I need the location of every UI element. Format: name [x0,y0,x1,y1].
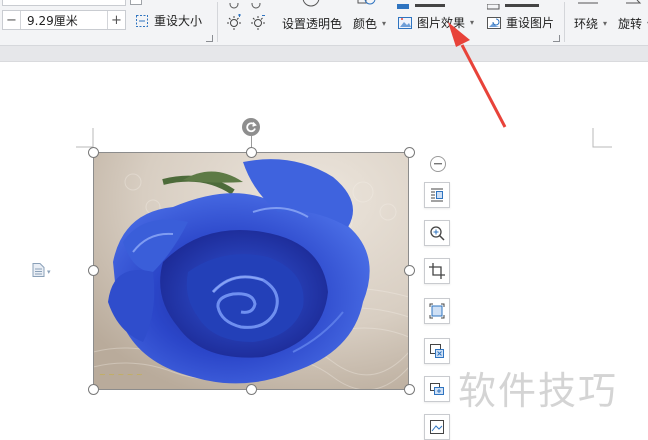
width-value[interactable]: 9.29厘米 [21,12,107,29]
zoom-picture-button[interactable] [424,220,450,246]
chevron-down-icon: ▾ [47,267,51,276]
reset-size-icon [134,13,150,29]
reset-size-label: 重设大小 [154,14,203,28]
color-label: 颜色 [353,17,378,31]
color-icon [356,0,378,8]
transparent-color-icon [302,0,320,8]
zoom-in-icon [430,226,445,241]
resize-handle-bottom-right[interactable] [404,384,415,395]
svg-text:~ ~ ~ ~ ~: ~ ~ ~ ~ ~ [99,370,143,379]
layout-options-icon [431,188,443,202]
minus-icon [434,163,442,165]
wrap-icon [578,0,598,7]
resize-handle-bottom[interactable] [246,384,257,395]
image-translate-icon [430,344,444,358]
resize-handle-left[interactable] [88,265,99,276]
resize-handle-bottom-left[interactable] [88,384,99,395]
crop-button[interactable] [424,258,450,284]
rotate-arrow-icon [246,121,257,133]
image-scan-icon [429,303,445,319]
set-transparent-button[interactable]: 设置透明色 [282,15,342,32]
blue-rose-image: ~ ~ ~ ~ ~ [93,152,409,390]
set-transparent-label: 设置透明色 [282,17,343,31]
color-dropdown[interactable]: 颜色 ▾ [353,15,386,32]
width-field[interactable]: − 9.29厘米 + [2,10,126,30]
rotate-label: 旋转 [618,17,643,31]
selected-picture[interactable]: ~ ~ ~ ~ ~ [93,152,409,390]
picture-effect-icon [397,15,413,31]
wrap-label: 环绕 [574,17,599,31]
image-edit-icon [430,420,444,434]
reset-size-button[interactable]: 重设大小 [134,12,202,29]
group-separator [564,2,565,42]
picture-effect-label: 图片效果 [417,16,466,30]
ribbon-toolbar: − 9.29厘米 + 重设大小 设置透明色 颜色 ▾ 图片效果 ▾ 重设图片 环… [0,0,648,46]
rotate-dropdown[interactable]: 旋转 ▾ [618,15,648,32]
picture-layer-button[interactable] [424,376,450,402]
brightness-down-button[interactable] [250,14,266,30]
wrap-dropdown[interactable]: 环绕 ▾ [574,15,607,32]
change-picture-button-partial[interactable] [486,0,547,10]
page-corner-top-left [76,128,94,148]
chevron-down-icon: ▾ [382,19,387,28]
rotate-icon [624,0,644,7]
ruler-gap [0,46,648,62]
picture-translate-button[interactable] [424,338,450,364]
rotate-handle[interactable] [242,118,260,136]
picture-effect-dropdown[interactable]: 图片效果 ▾ [397,14,474,31]
height-field-partial[interactable] [2,0,126,6]
lock-aspect-checkbox-partial[interactable] [130,0,142,5]
document-icon [32,263,45,280]
adjust-group-launcher[interactable] [553,35,560,42]
watermark-text: 软件技巧 [458,369,619,413]
contrast-icons-partial[interactable] [228,0,268,9]
picture-to-text-button[interactable] [424,298,450,324]
picture-outline-button-partial[interactable] [397,0,457,9]
crop-icon [429,263,445,279]
chevron-down-icon: ▾ [470,18,475,27]
chevron-down-icon: ▾ [603,19,608,28]
sun-minus-icon [250,14,266,30]
group-separator [217,2,218,42]
resize-handle-top-right[interactable] [404,147,415,158]
resize-handle-right[interactable] [404,265,415,276]
page-corner-top-right [592,128,612,148]
layout-options-button[interactable] [424,182,450,208]
reset-picture-button[interactable]: 重设图片 [486,14,554,31]
collapse-toolbar-button[interactable] [430,156,446,172]
width-increase-button[interactable]: + [107,11,125,29]
layers-icon [430,383,444,395]
paragraph-layout-button[interactable]: ▾ [32,263,51,280]
width-decrease-button[interactable]: − [3,11,21,29]
brightness-up-button[interactable] [226,14,242,30]
reset-picture-label: 重设图片 [506,16,555,30]
resize-handle-top[interactable] [246,147,257,158]
resize-handle-top-left[interactable] [88,147,99,158]
reset-picture-icon [486,15,502,31]
sun-plus-icon [226,14,242,30]
size-group-launcher[interactable] [206,35,213,42]
picture-more-button[interactable] [424,414,450,440]
